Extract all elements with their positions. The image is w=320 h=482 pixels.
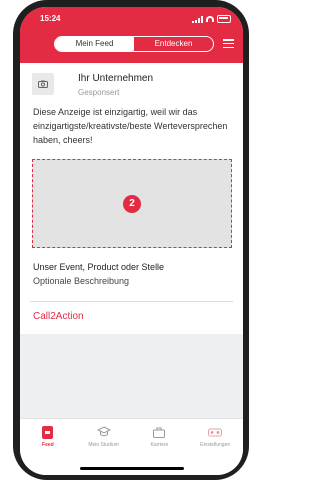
post-text: Diese Anzeige ist einzigartig, weil wir …	[33, 107, 228, 145]
tab-mein-feed[interactable]: Mein Feed	[55, 37, 134, 51]
nav-mein-studium-label: Mein Studium	[88, 442, 119, 448]
status-icons	[192, 15, 231, 23]
company-name[interactable]: Ihr Unternehmen	[78, 73, 153, 84]
app-screen: 15:24 Mein Feed Entdecken Ihr Unternehme…	[20, 7, 243, 475]
call-to-action-link[interactable]: Call2Action	[33, 311, 84, 322]
sponsored-post-card[interactable]: Ihr Unternehmen Gesponsert Diese Anzeige…	[20, 63, 243, 334]
tab-entdecken[interactable]: Entdecken	[134, 37, 213, 51]
bottom-navigation: Feed Mein Studium Karriere Einstellungen	[20, 418, 243, 475]
nav-einstellungen-label: Einstellungen	[200, 442, 231, 448]
menu-icon[interactable]	[223, 39, 234, 48]
feed-tabs: Mein Feed Entdecken	[54, 36, 214, 52]
nav-einstellungen[interactable]: Einstellungen	[189, 425, 241, 475]
sponsored-label: Gesponsert	[78, 88, 120, 97]
settings-icon	[208, 425, 223, 439]
feed-icon	[42, 425, 54, 439]
graduation-cap-icon	[96, 425, 111, 439]
nav-karriere-label: Karriere	[150, 442, 169, 448]
status-time: 15:24	[40, 14, 61, 23]
camera-icon	[38, 80, 48, 88]
company-avatar[interactable]	[32, 73, 54, 95]
media-placeholder[interactable]: 2	[32, 159, 232, 248]
event-description: Optionale Beschreibung	[33, 276, 130, 286]
battery-icon	[217, 15, 231, 23]
nav-feed[interactable]: Feed	[22, 425, 74, 475]
briefcase-icon	[153, 425, 166, 439]
event-title: Unser Event, Product oder Stelle	[33, 262, 165, 272]
app-header: 15:24 Mein Feed Entdecken	[20, 7, 243, 63]
nav-feed-label: Feed	[42, 442, 54, 448]
media-number-badge: 2	[123, 194, 141, 213]
divider	[30, 301, 233, 302]
wifi-icon	[206, 16, 214, 22]
home-indicator	[80, 467, 184, 470]
signal-icon	[192, 15, 203, 23]
